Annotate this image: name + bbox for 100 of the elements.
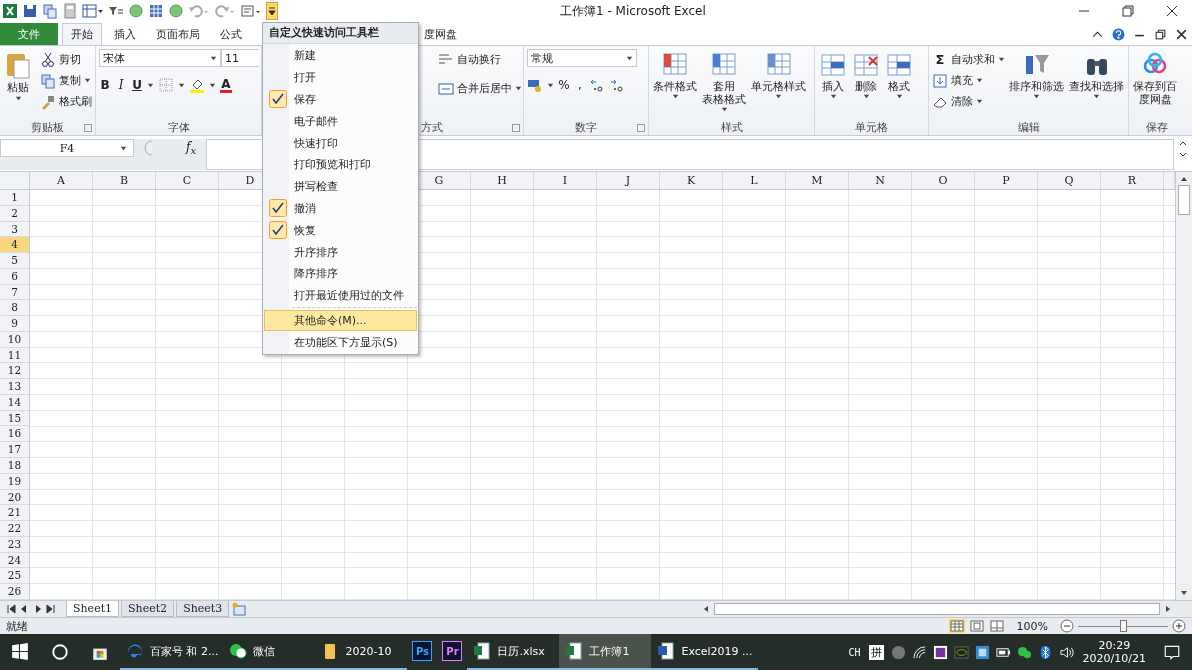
column-header[interactable]: M bbox=[786, 172, 849, 189]
column-header[interactable]: Q bbox=[1038, 172, 1101, 189]
save-to-cloud-button[interactable]: 保存到百 度网盘 bbox=[1132, 49, 1178, 107]
scroll-right-icon[interactable] bbox=[1164, 605, 1172, 613]
restore-icon[interactable] bbox=[1122, 5, 1134, 17]
page-break-icon[interactable] bbox=[988, 619, 1005, 633]
font-name-field[interactable]: 宋体 bbox=[99, 49, 221, 67]
save-icon[interactable] bbox=[22, 3, 38, 19]
menu-item[interactable]: 电子邮件 bbox=[264, 110, 417, 133]
row-header[interactable]: 8 bbox=[0, 300, 30, 317]
menu-item[interactable]: 新建 bbox=[264, 45, 417, 67]
sheet-tab[interactable]: Sheet1 bbox=[66, 601, 120, 617]
menu-item[interactable]: 升序排序 bbox=[264, 241, 417, 263]
copy-button[interactable]: 复制 bbox=[40, 70, 92, 91]
taskbar-app[interactable]: Excel2019 ... bbox=[651, 634, 758, 670]
help-icon[interactable] bbox=[1112, 28, 1125, 41]
menu-item[interactable]: 撤消 bbox=[264, 197, 417, 220]
dialog-launcher-icon[interactable] bbox=[637, 124, 645, 132]
ribbon-tab[interactable]: 页面布局 bbox=[148, 23, 208, 45]
row-header[interactable]: 17 bbox=[0, 442, 30, 458]
scroll-down-icon[interactable] bbox=[1180, 589, 1188, 597]
start-icon[interactable] bbox=[11, 643, 29, 661]
caret-icon[interactable] bbox=[547, 81, 554, 89]
dialog-launcher-icon[interactable] bbox=[512, 124, 520, 132]
caret-icon[interactable] bbox=[120, 145, 127, 152]
column-header[interactable]: R bbox=[1101, 172, 1164, 189]
sheet-navigation-icon[interactable] bbox=[6, 604, 58, 614]
horizontal-scrollbar[interactable] bbox=[702, 602, 1172, 616]
editing-button[interactable]: 排序和筛选 bbox=[1008, 49, 1065, 101]
circle-icon[interactable] bbox=[168, 3, 184, 19]
caret-icon[interactable] bbox=[209, 81, 216, 89]
notification-icon[interactable] bbox=[1163, 643, 1181, 661]
row-header[interactable]: 18 bbox=[0, 458, 30, 474]
taskbar-app[interactable]: 2020-10 bbox=[315, 634, 408, 670]
expand-formula-bar-icon[interactable] bbox=[1178, 139, 1188, 159]
sheet-tab[interactable]: Sheet3 bbox=[176, 601, 230, 617]
row-header[interactable]: 22 bbox=[0, 521, 30, 537]
grid-icon[interactable] bbox=[148, 3, 164, 19]
cells-button[interactable]: 删除 bbox=[851, 49, 881, 101]
increase-decimal-icon[interactable] bbox=[590, 77, 606, 93]
search-icon[interactable] bbox=[51, 643, 69, 661]
notebook-icon[interactable] bbox=[932, 644, 948, 660]
scroll-thumb[interactable] bbox=[714, 603, 1160, 615]
caret-icon[interactable] bbox=[626, 54, 633, 62]
scroll-thumb[interactable] bbox=[1178, 185, 1190, 215]
ribbon-tab[interactable]: 文件 bbox=[0, 23, 58, 45]
menu-item[interactable]: 恢复 bbox=[264, 219, 417, 242]
bold-button[interactable]: B bbox=[99, 78, 111, 92]
column-header[interactable]: O bbox=[912, 172, 975, 189]
zoom-level[interactable]: 100% bbox=[1016, 619, 1048, 633]
column-header[interactable]: K bbox=[660, 172, 723, 189]
name-box[interactable]: F4 bbox=[0, 139, 134, 157]
font-color-button[interactable]: A bbox=[220, 77, 232, 93]
row-header[interactable]: 16 bbox=[0, 426, 30, 443]
comma-button[interactable]: , bbox=[574, 78, 586, 92]
restore-icon[interactable] bbox=[1154, 28, 1167, 41]
cells-button[interactable]: 格式 bbox=[884, 49, 914, 101]
input-language[interactable]: CH bbox=[848, 646, 861, 658]
cut-button[interactable]: 剪切 bbox=[40, 49, 92, 70]
cell-grid[interactable] bbox=[30, 190, 1175, 600]
sheet-tab[interactable]: Sheet2 bbox=[121, 601, 175, 617]
close-icon[interactable] bbox=[1166, 5, 1178, 17]
editing-button[interactable]: 填充 bbox=[932, 70, 1005, 91]
row-header[interactable]: 25 bbox=[0, 568, 30, 585]
dialog-launcher-icon[interactable] bbox=[84, 124, 92, 132]
taskbar-app[interactable]: 微信 bbox=[223, 634, 316, 670]
decrease-decimal-icon[interactable] bbox=[610, 77, 626, 93]
column-header[interactable]: I bbox=[534, 172, 597, 189]
column-header[interactable]: J bbox=[597, 172, 660, 189]
insert-function-button[interactable]: f$_{x}$ bbox=[186, 139, 197, 157]
ribbon-tab[interactable]: 插入 bbox=[106, 23, 144, 45]
editing-button[interactable]: Σ 自动求和 bbox=[932, 49, 1005, 70]
row-header[interactable]: 12 bbox=[0, 363, 30, 380]
chat-icon[interactable] bbox=[1016, 644, 1032, 660]
column-header[interactable]: C bbox=[156, 172, 219, 189]
normal-view-icon[interactable] bbox=[948, 619, 965, 633]
clock-time[interactable]: 20:29 bbox=[1098, 639, 1131, 652]
taskbar-app[interactable]: 百家号 和 2... bbox=[120, 634, 224, 670]
paste-button[interactable]: 粘贴 bbox=[3, 49, 33, 103]
currency-icon[interactable] bbox=[527, 77, 543, 93]
format-painter-button[interactable]: 格式刷 bbox=[40, 91, 92, 112]
caret-icon[interactable] bbox=[210, 54, 217, 62]
underline-button[interactable]: U bbox=[131, 78, 143, 92]
style-button[interactable]: 套用 表格格式 bbox=[701, 49, 747, 114]
tray-app-icon[interactable] bbox=[974, 644, 990, 660]
row-header[interactable]: 21 bbox=[0, 505, 30, 522]
taskbar-app[interactable]: 工作簿1 bbox=[559, 634, 652, 670]
taskbar-app[interactable]: Pr bbox=[437, 634, 468, 670]
style-button[interactable]: 单元格样式 bbox=[750, 49, 807, 101]
clock-date[interactable]: 2020/10/21 bbox=[1082, 652, 1146, 665]
menu-item[interactable]: 降序排序 bbox=[264, 262, 417, 285]
column-header[interactable]: P bbox=[975, 172, 1038, 189]
table-icon[interactable] bbox=[82, 3, 104, 19]
menu-item[interactable]: 打开最近使用过的文件 bbox=[264, 284, 417, 307]
close-icon[interactable] bbox=[1175, 28, 1188, 41]
percent-button[interactable]: % bbox=[558, 78, 570, 92]
italic-button[interactable]: I bbox=[115, 78, 127, 92]
row-header[interactable]: 4 bbox=[0, 237, 30, 254]
fill-color-icon[interactable] bbox=[189, 77, 205, 93]
style-button[interactable]: 条件格式 bbox=[652, 49, 698, 101]
